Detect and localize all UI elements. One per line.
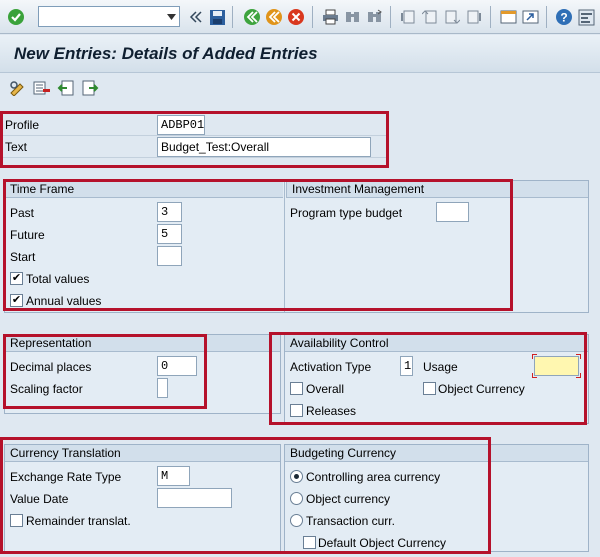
customize-layout-icon[interactable]: [576, 7, 596, 27]
last-page-icon[interactable]: [464, 7, 484, 27]
change-display-icon[interactable]: [8, 78, 28, 98]
remainder-translation-label: Remainder translat.: [26, 514, 131, 528]
decimal-places-field[interactable]: 0: [157, 356, 197, 376]
total-values-label: Total values: [26, 272, 90, 286]
application-toolbar: [0, 74, 600, 104]
program-type-field[interactable]: [436, 202, 469, 222]
value-date-label: Value Date: [10, 492, 69, 506]
future-field[interactable]: 5: [157, 224, 182, 244]
annual-values-checkbox[interactable]: ✔: [10, 294, 23, 307]
future-label: Future: [10, 228, 45, 242]
cancel-icon[interactable]: [286, 7, 306, 27]
overall-label: Overall: [306, 382, 345, 396]
radio-object-currency[interactable]: [290, 492, 303, 505]
releases-label: Releases: [306, 404, 357, 418]
command-field[interactable]: [38, 6, 180, 27]
text-field[interactable]: Budget_Test:Overall: [157, 137, 371, 157]
object-currency-option-label: Object currency: [306, 492, 391, 506]
find-icon[interactable]: [342, 7, 362, 27]
object-currency-label: Object Currency: [438, 382, 525, 396]
exchange-rate-type-field[interactable]: M: [157, 466, 190, 486]
profile-label: Profile: [5, 118, 40, 132]
scaling-factor-field[interactable]: [157, 378, 168, 398]
budgeting-currency-title: Budgeting Currency: [285, 445, 588, 462]
page-title: New Entries: Details of Added Entries: [14, 44, 318, 63]
scaling-factor-label: Scaling factor: [10, 382, 83, 396]
overall-checkbox[interactable]: [290, 382, 303, 395]
back-arrows-icon[interactable]: [186, 7, 206, 27]
exit-icon[interactable]: [264, 7, 284, 27]
usage-field[interactable]: [534, 356, 579, 376]
total-values-checkbox[interactable]: ✔: [10, 272, 23, 285]
system-toolbar: ?: [0, 0, 600, 34]
activation-type-label: Activation Type: [290, 360, 372, 374]
object-currency-checkbox[interactable]: [423, 382, 436, 395]
previous-page-icon[interactable]: [420, 7, 440, 27]
value-date-field[interactable]: [157, 488, 232, 508]
program-type-label: Program type budget: [290, 206, 403, 220]
radio-transaction-currency[interactable]: [290, 514, 303, 527]
default-object-currency-label: Default Object Currency: [318, 536, 447, 550]
title-bar: New Entries: Details of Added Entries: [0, 35, 600, 73]
shortcut-icon[interactable]: [520, 7, 540, 27]
create-session-icon[interactable]: [498, 7, 518, 27]
past-label: Past: [10, 206, 35, 220]
print-icon[interactable]: [320, 7, 340, 27]
activation-type-field[interactable]: 1: [400, 356, 413, 376]
svg-text:?: ?: [560, 11, 567, 25]
start-label: Start: [10, 250, 36, 264]
next-page-icon[interactable]: [442, 7, 462, 27]
remainder-translation-checkbox[interactable]: [10, 514, 23, 527]
annual-values-label: Annual values: [26, 294, 102, 308]
default-object-currency-checkbox[interactable]: [303, 536, 316, 549]
radio-controlling-area-currency[interactable]: [290, 470, 303, 483]
usage-label: Usage: [423, 360, 458, 374]
text-label: Text: [5, 140, 28, 154]
start-field[interactable]: [157, 246, 182, 266]
first-page-icon[interactable]: [398, 7, 418, 27]
decimal-places-label: Decimal places: [10, 360, 92, 374]
availability-title: Availability Control: [285, 335, 588, 352]
investment-title: Investment Management: [286, 181, 588, 198]
transaction-currency-label: Transaction curr.: [306, 514, 395, 528]
delete-icon[interactable]: [32, 78, 52, 98]
time-frame-title: Time Frame: [5, 181, 283, 198]
command-dropdown-icon[interactable]: [163, 7, 179, 26]
representation-title: Representation: [5, 335, 280, 352]
find-next-icon[interactable]: [364, 7, 384, 27]
help-icon[interactable]: ?: [554, 7, 574, 27]
exchange-rate-type-label: Exchange Rate Type: [10, 470, 122, 484]
past-field[interactable]: 3: [157, 202, 182, 222]
enter-icon[interactable]: [6, 7, 26, 27]
back-icon[interactable]: [242, 7, 262, 27]
save-icon[interactable]: [207, 7, 227, 27]
previous-entry-icon[interactable]: [56, 78, 76, 98]
next-entry-icon[interactable]: [80, 78, 100, 98]
releases-checkbox[interactable]: [290, 404, 303, 417]
currency-translation-title: Currency Translation: [5, 445, 280, 462]
profile-field[interactable]: ADBP01: [157, 115, 205, 135]
controlling-area-currency-label: Controlling area currency: [306, 470, 441, 484]
